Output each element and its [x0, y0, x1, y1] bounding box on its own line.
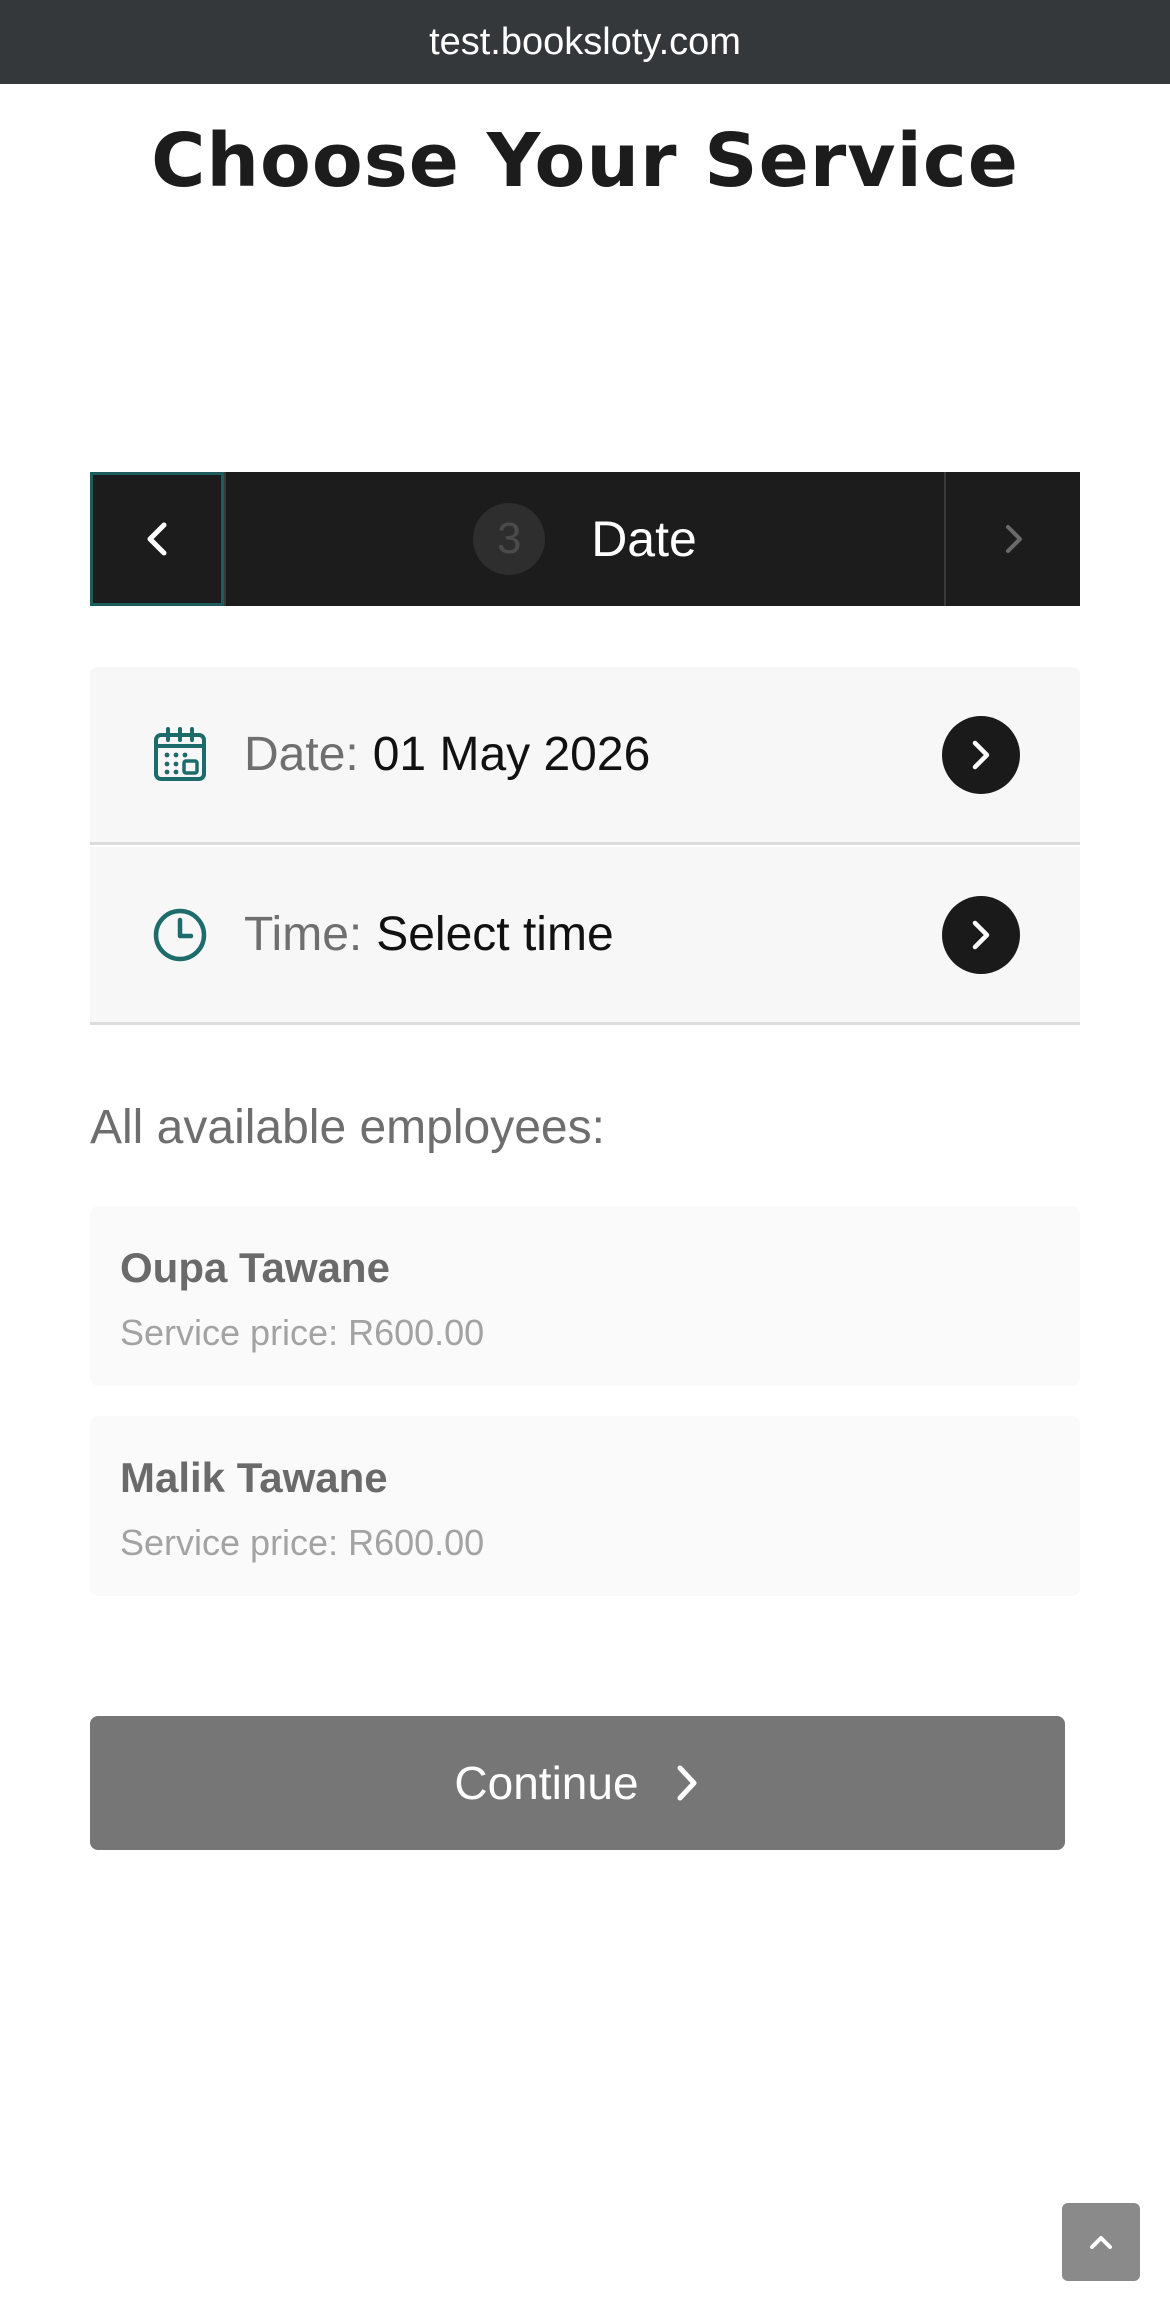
calendar-icon: [150, 725, 210, 785]
employee-name: Oupa Tawane: [120, 1244, 390, 1291]
previous-step-button[interactable]: [90, 472, 224, 606]
time-label: Time:: [244, 908, 363, 961]
employee-service-price: Service price: R600.00: [120, 1522, 485, 1563]
date-open-button[interactable]: [942, 715, 1020, 794]
time-open-button[interactable]: [942, 895, 1020, 974]
employee-card[interactable]: Malik Tawane Service price: R600.00: [90, 1416, 1080, 1596]
time-value: Select time: [376, 908, 614, 961]
time-selector-row[interactable]: Time: Select time: [90, 847, 1080, 1025]
chevron-right-icon: [677, 1765, 697, 1801]
employees-heading: All available employees:: [90, 1101, 605, 1154]
step-label: Date: [591, 511, 697, 567]
continue-button[interactable]: Continue: [90, 1716, 1065, 1850]
url-text: test.booksloty.com: [429, 20, 741, 63]
continue-label: Continue: [454, 1757, 639, 1809]
chevron-up-icon: [1090, 2236, 1112, 2249]
date-label: Date:: [244, 728, 359, 781]
date-selector-row[interactable]: Date: 01 May 2026: [90, 667, 1080, 845]
chevron-right-icon: [972, 740, 990, 769]
chevron-right-icon: [972, 920, 990, 949]
employee-service-price: Service price: R600.00: [120, 1312, 485, 1353]
employee-card[interactable]: Oupa Tawane Service price: R600.00: [90, 1206, 1080, 1386]
employee-name: Malik Tawane: [120, 1454, 388, 1501]
chevron-left-icon: [147, 522, 167, 556]
next-step-button[interactable]: [946, 472, 1080, 606]
browser-url-bar[interactable]: test.booksloty.com: [0, 0, 1170, 84]
chevron-right-icon: [1006, 525, 1022, 553]
page-title: Choose Your Service: [151, 118, 1019, 204]
scroll-to-top-button[interactable]: [1062, 2203, 1140, 2281]
booking-stepper: 3 Date: [90, 472, 1080, 606]
clock-icon: [150, 905, 210, 965]
step-number-badge: 3: [473, 503, 546, 575]
current-step: 3 Date: [224, 472, 946, 606]
date-value: 01 May 2026: [372, 728, 651, 781]
